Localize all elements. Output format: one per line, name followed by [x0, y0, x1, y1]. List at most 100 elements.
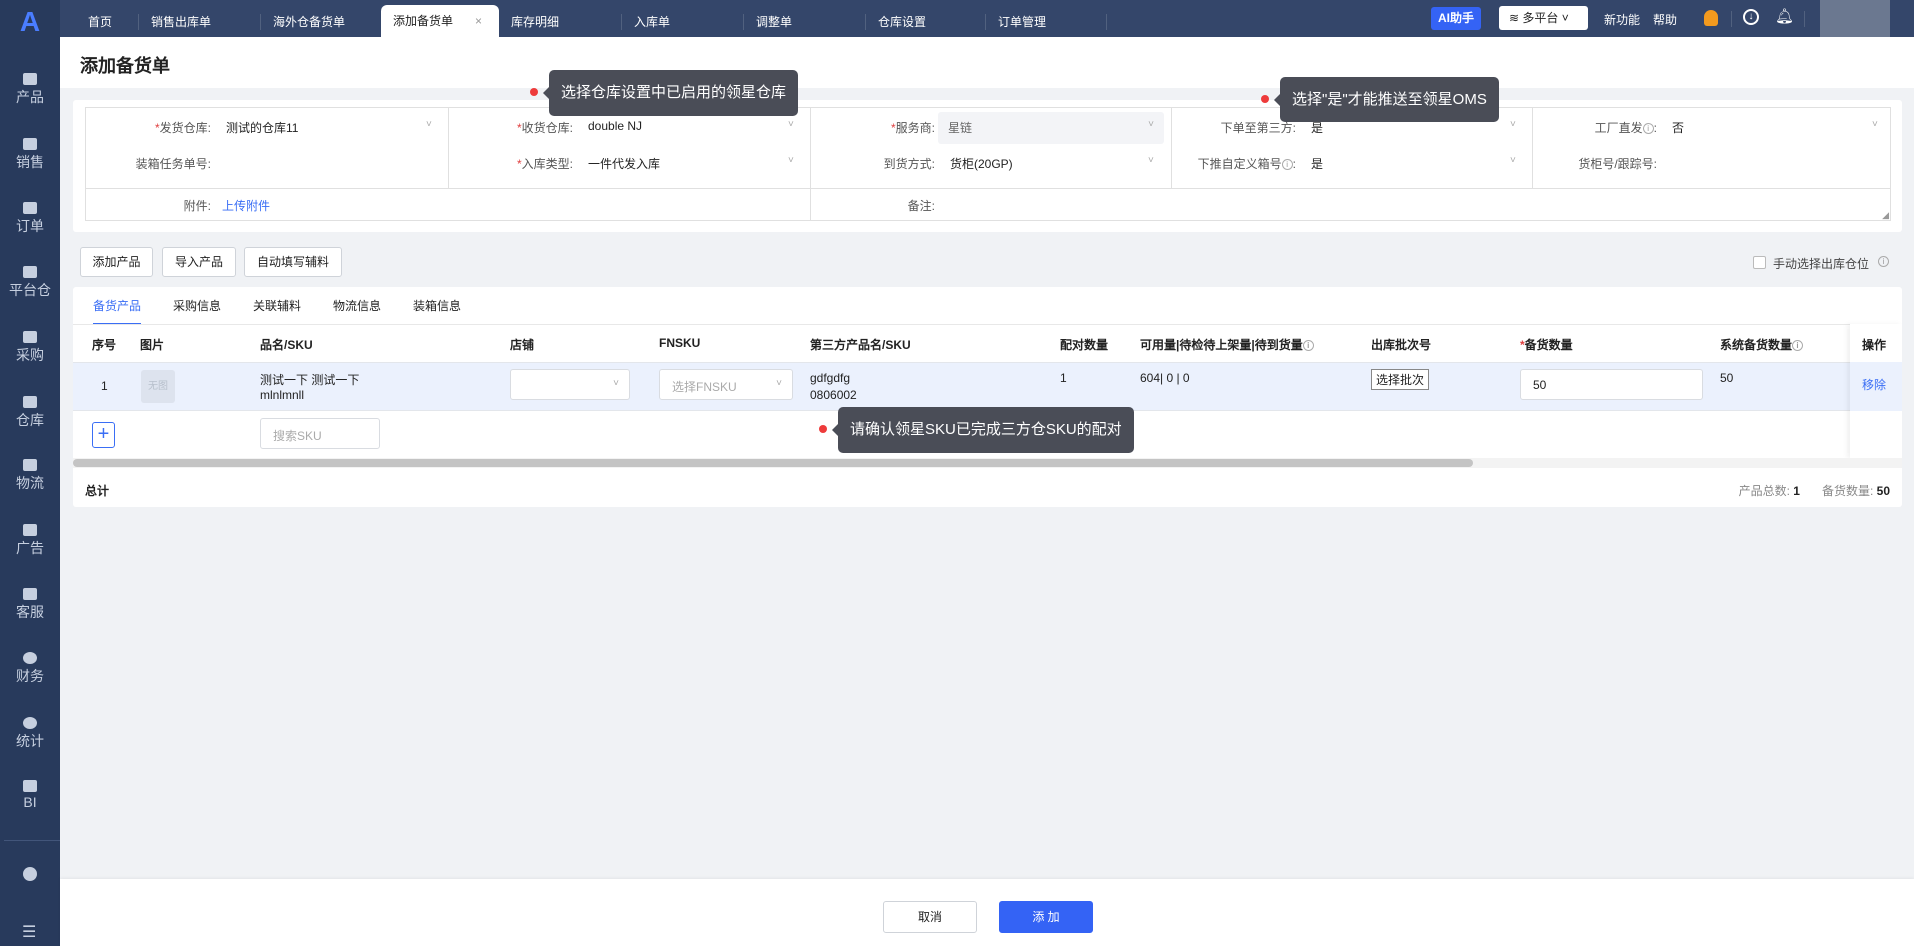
bell-icon[interactable]: 🔔︎: [1775, 7, 1794, 25]
sidebar-item-service[interactable]: 客服: [0, 588, 60, 622]
total-label: 总计: [85, 484, 110, 498]
horizontal-scrollbar[interactable]: [73, 458, 1902, 468]
auto-fill-button[interactable]: 自动填写辅料: [244, 247, 342, 277]
info-icon[interactable]: i: [1281, 159, 1293, 171]
select-batch-button[interactable]: 选择批次: [1371, 369, 1430, 390]
search-sku-input[interactable]: 搜索SKU: [260, 418, 380, 449]
add-product-button[interactable]: 添加产品: [80, 247, 153, 277]
tab-inbound[interactable]: 入库单: [621, 14, 743, 30]
table-header: 序号 图片 品名/SKU 店铺 FNSKU 第三方产品名/SKU 配对数量 可用…: [73, 324, 1902, 362]
inbound-type-select[interactable]: 一件代发入库: [588, 155, 660, 172]
download-icon[interactable]: ↓: [1743, 9, 1759, 25]
info-icon[interactable]: i: [1302, 340, 1314, 352]
remark-textarea[interactable]: ◢: [941, 189, 1891, 221]
row-no: 1: [101, 379, 108, 393]
shop-select[interactable]: ˅: [510, 369, 630, 400]
tab-purchase-info[interactable]: 采购信息: [173, 297, 221, 314]
footer-bar: 取消 添 加: [60, 879, 1914, 946]
bag-icon: [23, 73, 37, 85]
tab-packing-info[interactable]: 装箱信息: [413, 297, 461, 314]
info-icon[interactable]: i: [1878, 256, 1889, 267]
tab-overseas-stock[interactable]: 海外仓备货单: [260, 14, 382, 30]
sidebar-item-platform-wh[interactable]: 平台仓: [0, 266, 60, 300]
help-link[interactable]: 帮助: [1653, 11, 1677, 28]
user-avatar[interactable]: [1820, 0, 1890, 39]
top-nav: 首页 销售出库单 海外仓备货单 添加备货单 × 库存明细 入库单 调整单 仓库设置…: [60, 0, 1914, 39]
submit-button[interactable]: 添 加: [999, 901, 1093, 933]
remove-link[interactable]: 移除: [1862, 376, 1886, 393]
add-row-button[interactable]: +: [92, 422, 115, 448]
provider-select[interactable]: 星链 ˅: [938, 112, 1164, 144]
chevron-down-icon: ˅: [1510, 119, 1516, 130]
sidebar-item-warehouse[interactable]: 仓库: [0, 396, 60, 430]
attach-label: 附件:: [183, 199, 211, 213]
sidebar-item-orders[interactable]: 订单: [0, 202, 60, 236]
chart-icon: [23, 780, 37, 792]
chevron-down-icon: ˅: [426, 119, 432, 130]
upload-attachment-link[interactable]: 上传附件: [222, 197, 270, 214]
sidebar-item-logistics[interactable]: 物流: [0, 459, 60, 493]
sidebar-item-ads[interactable]: 广告: [0, 524, 60, 558]
cart-icon: [23, 331, 37, 343]
col-available: 可用量|待检待上架量|待到货量 i: [1140, 336, 1314, 353]
product-name: 测试一下 测试一下: [260, 373, 360, 387]
divider: [1804, 11, 1805, 27]
arrival-select[interactable]: 货柜(20GP): [950, 155, 1013, 172]
inbound-type-label: *入库类型:: [516, 157, 573, 171]
remark-label: 备注:: [907, 199, 935, 213]
chevron-down-icon: ˅: [788, 155, 794, 166]
third-party-label: 下单至第三方:: [1220, 121, 1296, 135]
yen-icon: [23, 652, 37, 664]
recv-wh-select[interactable]: double NJ: [588, 119, 642, 133]
tab-wh-settings[interactable]: 仓库设置: [865, 14, 985, 30]
tab-adjust[interactable]: 调整单: [743, 14, 865, 30]
recv-wh-label: *收货仓库:: [516, 121, 573, 135]
title-bar: 添加备货单: [60, 37, 1914, 88]
form-card: *发货仓库: 测试的仓库11 ˅ 装箱任务单号: *收货仓库: double N…: [73, 100, 1902, 232]
sidebar: A 产品 销售 订单 平台仓 采购 仓库 物流 广告 客服 财务 统计 BI ☰: [0, 0, 60, 946]
available-qty: 604| 0 | 0: [1140, 371, 1190, 385]
factory-label: 工厂直发 i:: [1594, 121, 1657, 135]
provider-label: *服务商:: [890, 121, 935, 135]
tab-stock-products[interactable]: 备货产品: [93, 297, 142, 325]
box-icon: [23, 266, 37, 278]
sidebar-item-finance[interactable]: 财务: [0, 652, 60, 686]
support-icon[interactable]: [1704, 10, 1718, 26]
ship-wh-select[interactable]: 测试的仓库11: [226, 119, 298, 136]
manual-location-checkbox[interactable]: [1753, 256, 1766, 269]
sidebar-item-sales[interactable]: 销售: [0, 138, 60, 172]
form-grid: *发货仓库: 测试的仓库11 ˅ 装箱任务单号: *收货仓库: double N…: [85, 107, 1891, 221]
info-icon[interactable]: i: [1642, 123, 1654, 135]
factory-select[interactable]: 否: [1672, 119, 1684, 136]
scrollbar-thumb[interactable]: [73, 459, 1473, 467]
settings-icon[interactable]: [23, 867, 37, 881]
no-image-placeholder: 无图: [141, 370, 175, 403]
import-product-button[interactable]: 导入产品: [162, 247, 236, 277]
col-no: 序号: [92, 338, 117, 352]
sidebar-item-stats[interactable]: 统计: [0, 717, 60, 751]
sidebar-item-bi[interactable]: BI: [0, 780, 60, 810]
cancel-button[interactable]: 取消: [883, 901, 977, 933]
tab-logistics-info[interactable]: 物流信息: [333, 297, 381, 314]
custom-box-label: 下推自定义箱号 i:: [1197, 157, 1296, 171]
close-icon[interactable]: ×: [475, 14, 482, 28]
ai-assistant-button[interactable]: AI助手: [1431, 7, 1481, 30]
new-features-link[interactable]: 新功能: [1604, 11, 1640, 28]
sidebar-item-product[interactable]: 产品: [0, 73, 60, 107]
tab-home[interactable]: 首页: [76, 7, 138, 37]
fnsku-select[interactable]: 选择FNSKU ˅: [659, 369, 793, 400]
platform-select[interactable]: ≋ 多平台 ˅: [1499, 6, 1588, 30]
sidebar-item-purchase[interactable]: 采购: [0, 331, 60, 365]
info-icon[interactable]: i: [1792, 340, 1804, 352]
tab-inventory[interactable]: 库存明细: [499, 7, 621, 37]
detail-card: 备货产品 采购信息 关联辅料 物流信息 装箱信息 序号 图片 品名/SKU 店铺…: [73, 287, 1902, 507]
tab-add-stock[interactable]: 添加备货单 ×: [381, 5, 499, 37]
tab-aux-materials[interactable]: 关联辅料: [253, 297, 301, 314]
tab-sales-outbound[interactable]: 销售出库单: [138, 14, 260, 30]
tab-order-mgmt[interactable]: 订单管理: [985, 14, 1107, 30]
menu-collapse-icon[interactable]: ☰: [22, 922, 36, 942]
stock-qty-input[interactable]: 50: [1520, 369, 1703, 400]
col-operation: 操作: [1862, 338, 1887, 352]
custom-box-select[interactable]: 是: [1311, 155, 1323, 172]
mail-icon: [23, 588, 37, 600]
